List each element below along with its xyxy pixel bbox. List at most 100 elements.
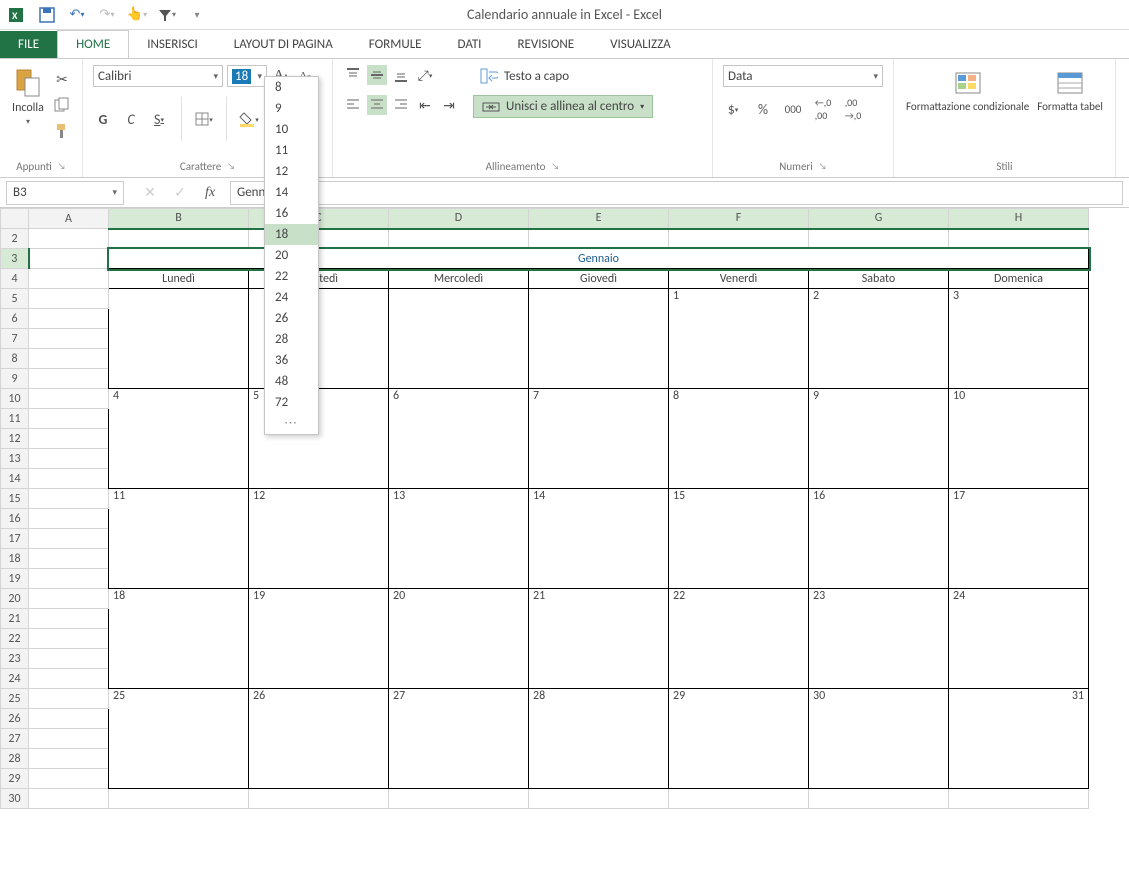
cell[interactable] xyxy=(29,589,109,609)
font-size-option-12[interactable]: 12 xyxy=(265,161,318,182)
calendar-day-cell[interactable]: 12 xyxy=(249,489,389,589)
redo-icon[interactable]: ↷ ▾ xyxy=(96,4,118,26)
percent-format-icon[interactable]: % xyxy=(753,99,773,119)
day-header-cell[interactable]: Venerdì xyxy=(669,269,809,289)
font-launcher-icon[interactable]: ↘ xyxy=(227,161,235,172)
row-header-23[interactable]: 23 xyxy=(1,649,29,669)
calendar-day-cell[interactable]: 26 xyxy=(249,689,389,789)
row-header-26[interactable]: 26 xyxy=(1,709,29,729)
row-header-2[interactable]: 2 xyxy=(1,229,29,249)
font-size-option-24[interactable]: 24 xyxy=(265,287,318,308)
col-header-H[interactable]: H xyxy=(949,209,1089,229)
day-header-cell[interactable]: Mercoledì xyxy=(389,269,529,289)
cell[interactable] xyxy=(29,509,109,529)
row-header-13[interactable]: 13 xyxy=(1,449,29,469)
clipboard-launcher-icon[interactable]: ↘ xyxy=(58,161,66,172)
cell[interactable] xyxy=(29,469,109,489)
calendar-day-cell[interactable]: 29 xyxy=(669,689,809,789)
cell[interactable] xyxy=(29,769,109,789)
format-painter-icon[interactable] xyxy=(52,121,72,141)
calendar-day-cell[interactable]: 6 xyxy=(389,389,529,489)
merge-center-button[interactable]: Unisci e allinea al centro ▾ xyxy=(473,95,653,118)
cell[interactable] xyxy=(29,289,109,309)
cell[interactable] xyxy=(29,429,109,449)
cell[interactable] xyxy=(29,569,109,589)
cell[interactable] xyxy=(809,789,949,809)
accounting-format-icon[interactable]: $ ▾ xyxy=(723,99,743,119)
font-size-option-14[interactable]: 14 xyxy=(265,182,318,203)
font-size-option-20[interactable]: 20 xyxy=(265,245,318,266)
calendar-day-cell[interactable]: 20 xyxy=(389,589,529,689)
font-name-combo[interactable]: Calibri▾ xyxy=(93,65,223,87)
cell[interactable] xyxy=(669,789,809,809)
excel-app-icon[interactable]: X xyxy=(6,4,28,26)
align-middle-icon[interactable] xyxy=(367,65,387,85)
orientation-icon[interactable]: ⤢▾ xyxy=(415,65,435,85)
row-header-25[interactable]: 25 xyxy=(1,689,29,709)
calendar-day-cell[interactable]: 23 xyxy=(809,589,949,689)
col-header-A[interactable]: A xyxy=(29,209,109,229)
calendar-day-cell[interactable]: 17 xyxy=(949,489,1089,589)
cell[interactable] xyxy=(29,389,109,409)
filter-icon[interactable]: ▾ xyxy=(156,4,178,26)
calendar-day-cell[interactable]: 31 xyxy=(949,689,1089,789)
row-header-11[interactable]: 11 xyxy=(1,409,29,429)
cell[interactable] xyxy=(29,689,109,709)
cell[interactable] xyxy=(29,729,109,749)
cell[interactable] xyxy=(29,749,109,769)
calendar-day-cell[interactable]: 19 xyxy=(249,589,389,689)
font-size-option-11[interactable]: 11 xyxy=(265,140,318,161)
cell[interactable] xyxy=(29,269,109,289)
row-header-16[interactable]: 16 xyxy=(1,509,29,529)
calendar-day-cell[interactable]: 18 xyxy=(109,589,249,689)
row-header-18[interactable]: 18 xyxy=(1,549,29,569)
cell[interactable] xyxy=(29,449,109,469)
cell[interactable] xyxy=(529,229,669,249)
select-all-corner[interactable] xyxy=(1,209,29,229)
calendar-day-cell[interactable]: 15 xyxy=(669,489,809,589)
font-size-option-48[interactable]: 48 xyxy=(265,371,318,392)
comma-format-icon[interactable]: 000 xyxy=(783,99,803,119)
calendar-day-cell[interactable]: 9 xyxy=(809,389,949,489)
cell[interactable] xyxy=(29,229,109,249)
calendar-day-cell[interactable]: 10 xyxy=(949,389,1089,489)
wrap-text-button[interactable]: Testo a capo xyxy=(473,65,653,87)
day-header-cell[interactable]: Sabato xyxy=(809,269,949,289)
calendar-day-cell[interactable]: 8 xyxy=(669,389,809,489)
row-header-27[interactable]: 27 xyxy=(1,729,29,749)
accept-formula-icon[interactable]: ✓ xyxy=(170,183,190,203)
font-size-more[interactable]: ⋯ xyxy=(265,413,318,434)
row-header-24[interactable]: 24 xyxy=(1,669,29,689)
row-header-29[interactable]: 29 xyxy=(1,769,29,789)
font-size-dropdown[interactable]: 891011121416182022242628364872⋯ xyxy=(264,76,319,435)
alignment-launcher-icon[interactable]: ↘ xyxy=(551,161,559,172)
copy-icon[interactable] xyxy=(52,95,72,115)
cell[interactable] xyxy=(29,369,109,389)
increase-indent-icon[interactable]: ⇥ xyxy=(439,95,459,115)
row-header-30[interactable]: 30 xyxy=(1,789,29,809)
calendar-day-cell[interactable] xyxy=(529,289,669,389)
fill-color-icon[interactable]: ▾ xyxy=(239,109,259,129)
number-launcher-icon[interactable]: ↘ xyxy=(819,161,827,172)
font-size-option-8[interactable]: 8 xyxy=(265,77,318,98)
cell[interactable] xyxy=(29,669,109,689)
cell[interactable] xyxy=(949,229,1089,249)
align-left-icon[interactable] xyxy=(343,95,363,115)
cell[interactable] xyxy=(949,789,1089,809)
cell[interactable] xyxy=(389,789,529,809)
cell[interactable] xyxy=(29,329,109,349)
calendar-day-cell[interactable]: 4 xyxy=(109,389,249,489)
spreadsheet-grid[interactable]: ABCDEFGH23Gennaio4LunedìMartedìMercoledì… xyxy=(0,208,1129,809)
cell[interactable] xyxy=(29,709,109,729)
conditional-formatting-button[interactable]: Formattazione condizionale xyxy=(904,65,1031,115)
format-as-table-button[interactable]: Formatta tabel xyxy=(1035,65,1105,115)
calendar-day-cell[interactable]: 24 xyxy=(949,589,1089,689)
number-format-combo[interactable]: Data▾ xyxy=(723,65,883,87)
increase-decimal-icon[interactable]: ←,0,00 xyxy=(813,99,833,119)
tab-file[interactable]: FILE xyxy=(0,31,57,58)
row-header-5[interactable]: 5 xyxy=(1,289,29,309)
calendar-day-cell[interactable]: 27 xyxy=(389,689,529,789)
touch-mode-icon[interactable]: 👆▾ xyxy=(126,4,148,26)
cell[interactable] xyxy=(29,549,109,569)
decrease-decimal-icon[interactable]: ,00→,0 xyxy=(843,99,863,119)
